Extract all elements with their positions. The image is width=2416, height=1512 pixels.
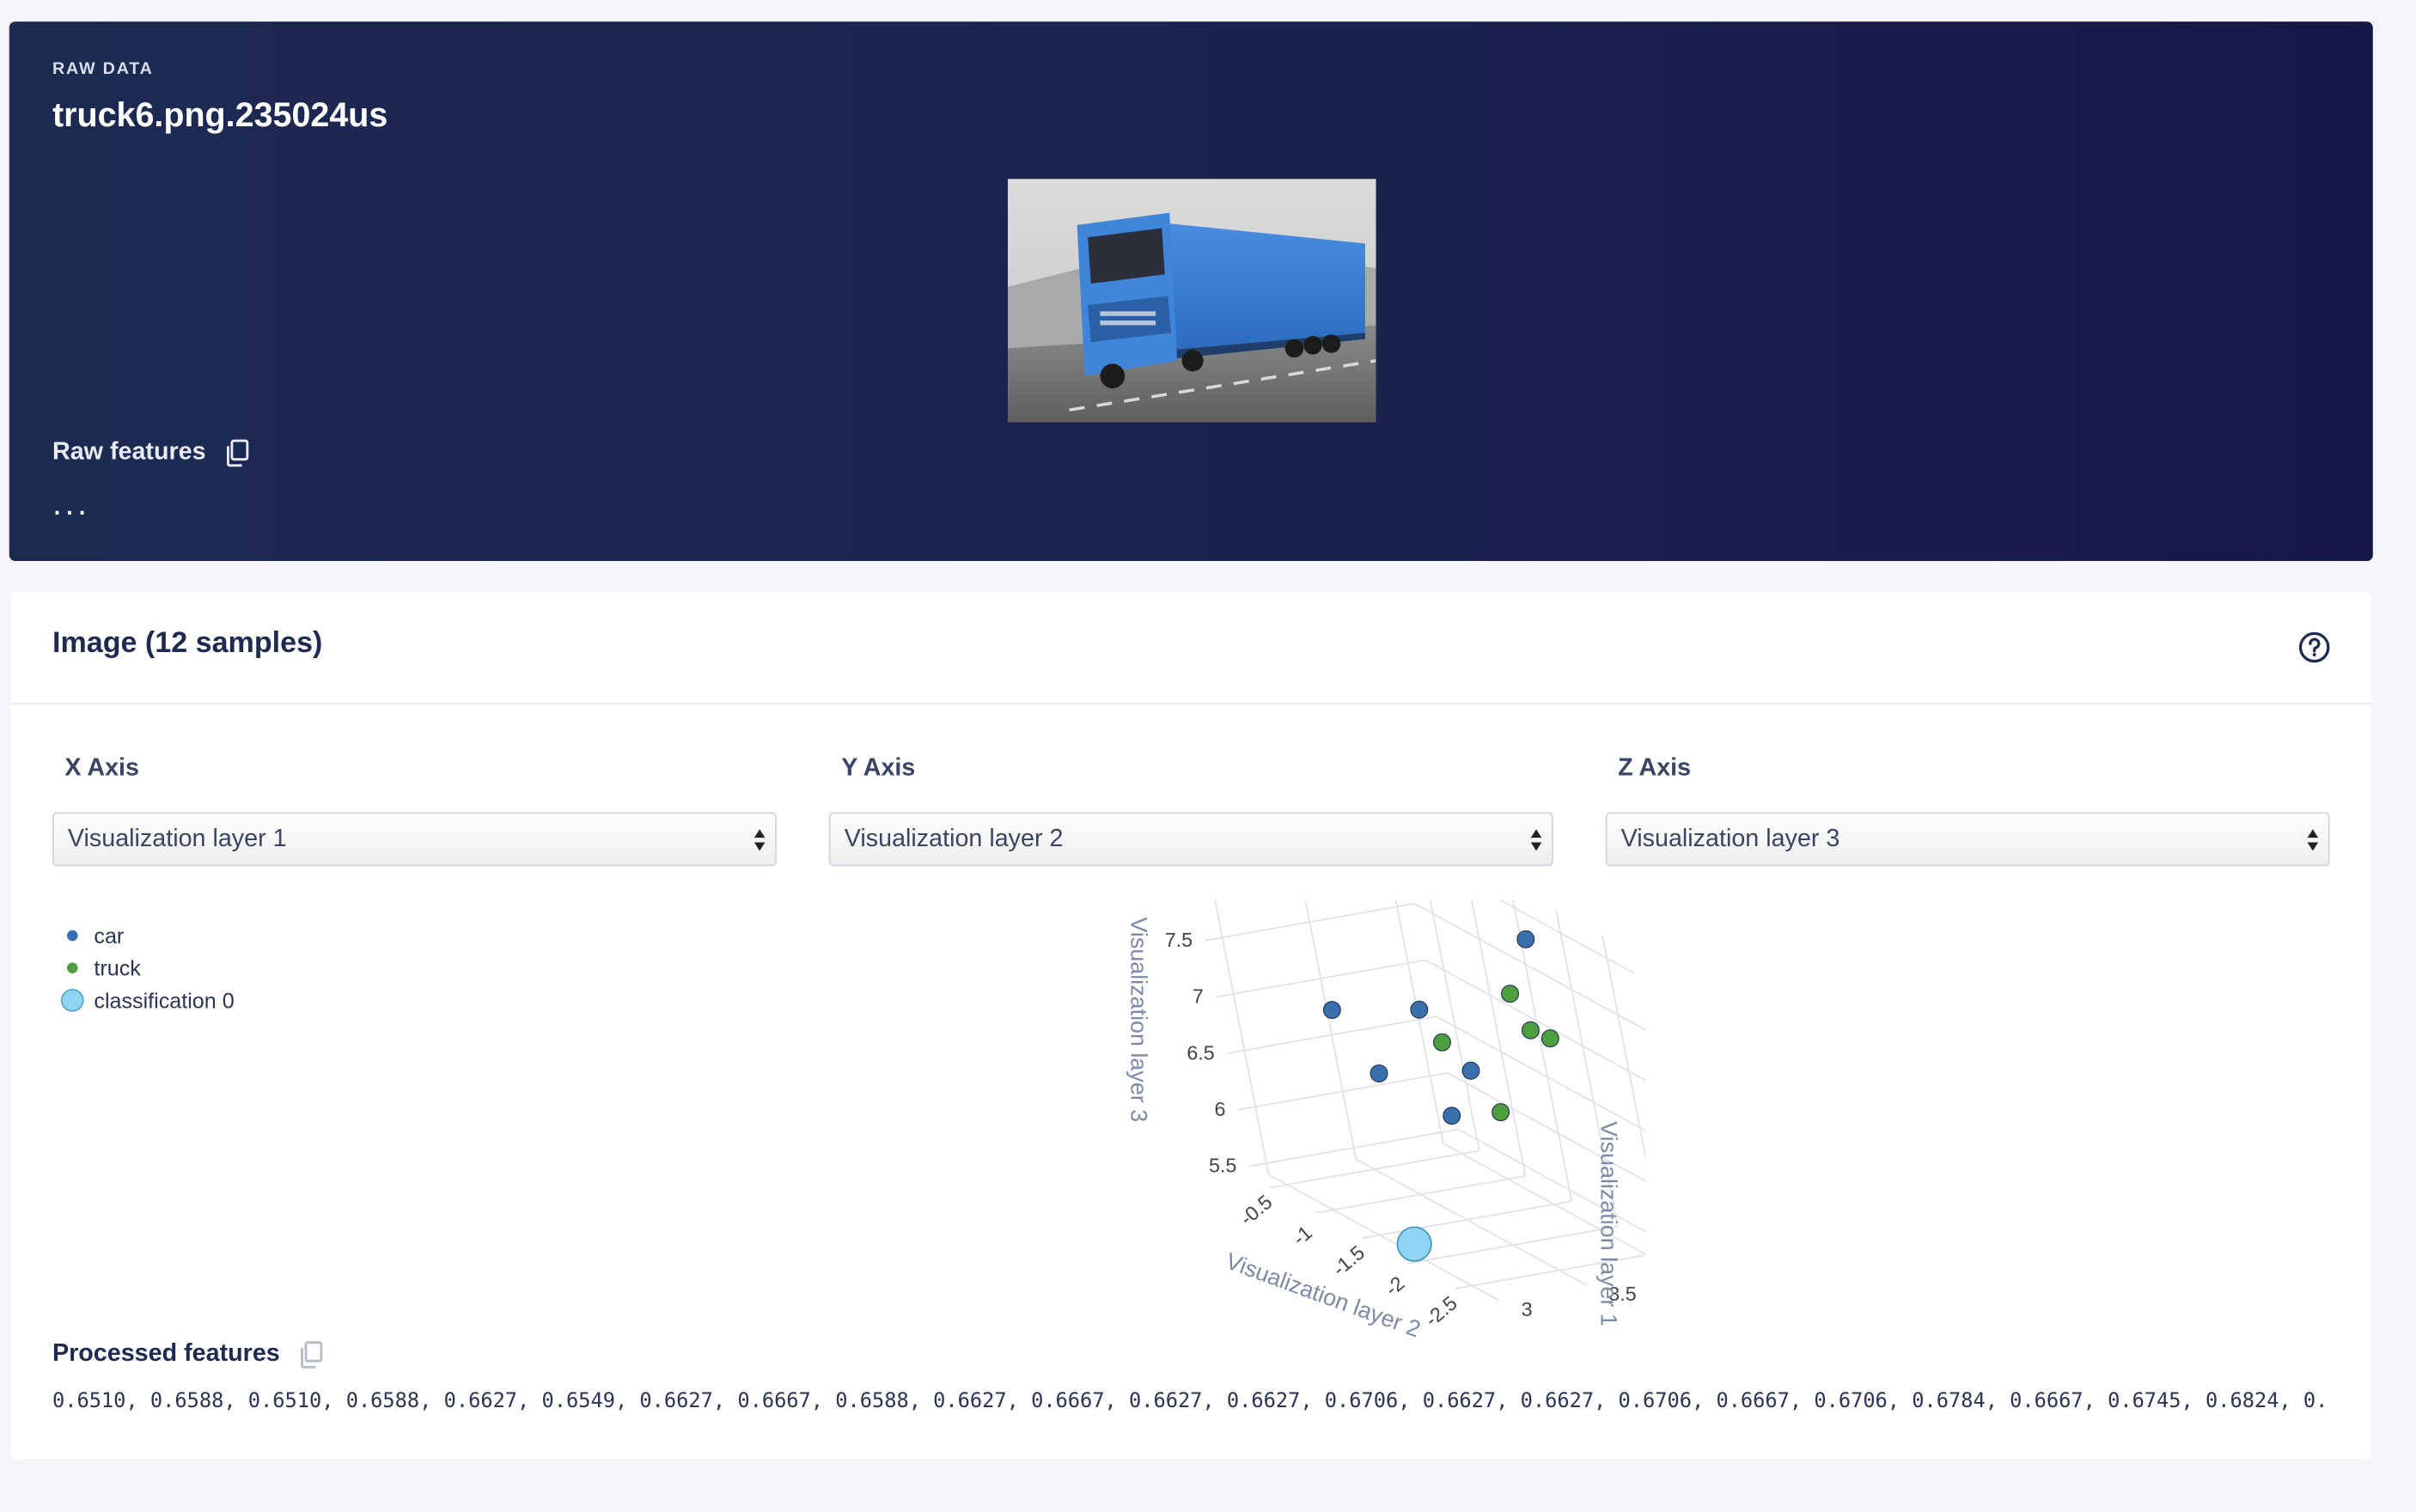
legend-marker-classification	[61, 988, 84, 1011]
x-axis-select[interactable]: Visualization layer 1	[52, 812, 777, 867]
data-point-car	[1516, 930, 1535, 948]
select-arrows-icon	[1530, 829, 1542, 851]
data-point-car	[1410, 1000, 1429, 1019]
image-visualization-card: Image (12 samples) X Axis Visualization …	[10, 591, 2372, 1460]
processed-features-label: Processed features	[52, 1340, 280, 1368]
raw-data-label: RAW DATA	[52, 59, 154, 79]
z-axis-title: Visualization layer 3	[1126, 917, 1151, 1122]
raw-features-value: ...	[52, 484, 90, 523]
raw-features-label: Raw features	[52, 439, 206, 466]
x-axis-label: X Axis	[64, 755, 139, 782]
x-axis-title: Visualization layer 1	[1595, 1121, 1621, 1326]
legend-marker	[51, 927, 94, 942]
copy-icon[interactable]	[224, 439, 249, 467]
legend-item-truck[interactable]: truck	[51, 951, 234, 984]
grid-line	[1214, 899, 1270, 1175]
x-axis-value: Visualization layer 1	[67, 825, 287, 852]
scatter-3d-plot[interactable]: 5.566.577.58-0.5-1-1.5-2-2.533.54 Visual…	[1059, 899, 1646, 1344]
z-tick-label: 7.5	[1165, 929, 1193, 951]
grid-line	[1394, 899, 1444, 1144]
copy-icon[interactable]	[298, 1341, 323, 1369]
divider	[10, 703, 2372, 704]
legend-marker-truck	[67, 961, 78, 973]
data-point-car	[1461, 1061, 1480, 1080]
data-point-truck	[1432, 1033, 1451, 1052]
help-icon[interactable]	[2297, 631, 2331, 664]
y-axis-label: Y Axis	[841, 755, 916, 782]
legend-marker	[51, 985, 94, 1013]
y-axis-value: Visualization layer 2	[844, 825, 1064, 852]
grid-line	[1355, 1158, 1588, 1287]
z-axis-label: Z Axis	[1618, 755, 1692, 782]
select-arrows-icon	[2307, 829, 2319, 851]
z-tick-label: 6	[1215, 1098, 1226, 1120]
legend-item-car[interactable]: car	[51, 918, 234, 951]
sample-image	[1007, 179, 1376, 423]
z-tick-label: 5.5	[1209, 1155, 1236, 1177]
legend-label: classification 0	[94, 987, 235, 1012]
z-tick-label: 7	[1193, 985, 1204, 1008]
z-axis-value: Visualization layer 3	[1620, 825, 1840, 852]
scatter-3d-svg: 5.566.577.58-0.5-1-1.5-2-2.533.54 Visual…	[1126, 899, 1646, 1342]
data-point-truck	[1501, 985, 1520, 1003]
x-tick-label: 3	[1522, 1298, 1533, 1320]
data-point-truck	[1521, 1021, 1540, 1040]
data-point-car	[1443, 1107, 1461, 1125]
legend-marker	[51, 960, 94, 975]
grid-line	[1470, 899, 1527, 1176]
select-arrows-icon	[753, 829, 766, 851]
data-point-truck	[1541, 1029, 1559, 1048]
processed-features-header: Processed features	[52, 1341, 323, 1369]
data-point-car	[1370, 1064, 1388, 1082]
z-tick-label: 6.5	[1187, 1041, 1214, 1064]
legend-item-classification[interactable]: classification 0	[51, 984, 235, 1016]
data-point-car	[1322, 1001, 1341, 1020]
legend-label: car	[94, 922, 125, 948]
grid-line	[1304, 899, 1357, 1160]
legend-marker-car	[67, 929, 78, 941]
chart-legend: car truck classification 0	[51, 918, 235, 1016]
y-tick-label: -2	[1381, 1271, 1409, 1300]
y-tick-label: -2.5	[1420, 1291, 1461, 1331]
raw-features-header: Raw features	[52, 439, 249, 467]
data-point-classification-0	[1396, 1226, 1432, 1262]
y-axis-select[interactable]: Visualization layer 2	[828, 812, 1553, 867]
y-tick-label: -1	[1288, 1221, 1316, 1249]
data-point-truck	[1492, 1103, 1510, 1122]
y-tick-label: -0.5	[1235, 1191, 1276, 1230]
z-axis-select[interactable]: Visualization layer 3	[1605, 812, 2330, 867]
grid-line	[1413, 903, 1646, 1031]
y-tick-label: -1.5	[1328, 1241, 1369, 1281]
processed-features-values: 0.6510, 0.6588, 0.6510, 0.6588, 0.6627, …	[52, 1390, 2328, 1414]
legend-label: truck	[94, 954, 141, 980]
card-title: Image (12 samples)	[52, 627, 323, 660]
raw-data-card: RAW DATA truck6.png.235024us Raw feature…	[9, 21, 2373, 562]
sample-title: truck6.png.235024us	[52, 95, 388, 135]
